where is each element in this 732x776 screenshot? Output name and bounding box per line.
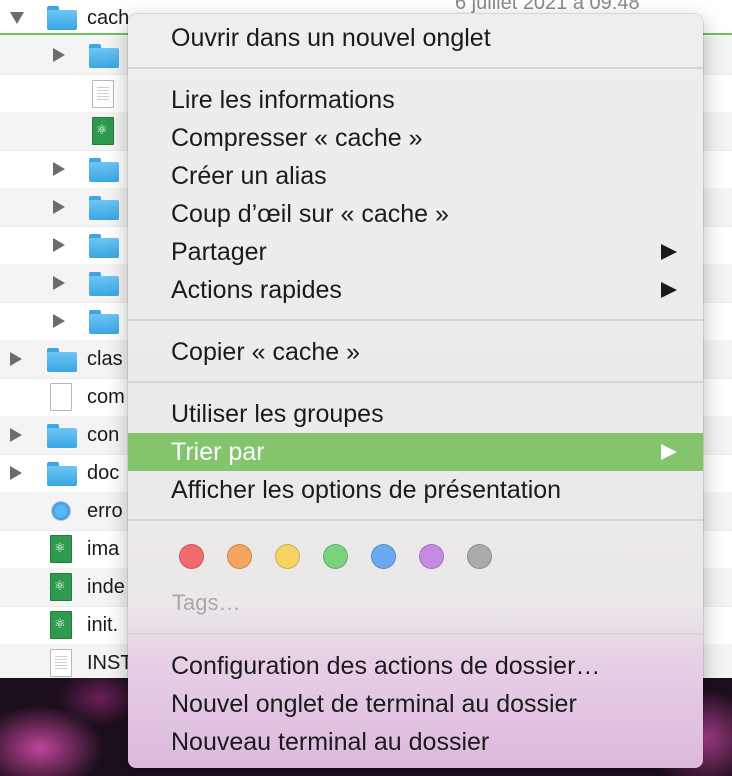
menu-item-label: Créer un alias: [171, 162, 327, 190]
folder-icon: [89, 272, 119, 296]
tag-orange-dot[interactable]: [227, 544, 252, 569]
text-file-icon: [50, 649, 72, 677]
menu-item-sort-by[interactable]: Trier par: [128, 433, 703, 471]
file-name: cach: [87, 7, 130, 29]
tag-colors: [128, 542, 703, 576]
menu-item-open-new-tab[interactable]: Ouvrir dans un nouvel onglet: [128, 19, 703, 57]
menu-item-label: Nouvel onglet de terminal au dossier: [171, 690, 577, 718]
menu-item-label: Configuration des actions de dossier…: [171, 652, 601, 680]
tag-yellow-dot[interactable]: [275, 544, 300, 569]
menu-separator: [128, 319, 703, 321]
submenu-arrow-icon: [661, 282, 677, 298]
menu-item-label: Copier « cache »: [171, 338, 361, 366]
submenu-arrow-icon: [661, 244, 677, 260]
menu-item-quick-actions[interactable]: Actions rapides: [128, 271, 703, 309]
menu-separator: [128, 67, 703, 69]
disclosure-collapsed-icon[interactable]: [53, 48, 65, 62]
tag-red-dot[interactable]: [179, 544, 204, 569]
menu-item-label: Lire les informations: [171, 86, 395, 114]
disclosure-collapsed-icon[interactable]: [53, 314, 65, 328]
menu-item-label: Compresser « cache »: [171, 124, 423, 152]
folder-icon: [89, 234, 119, 258]
folder-icon: [47, 462, 77, 486]
menu-separator: [128, 633, 703, 635]
submenu-arrow-icon: [661, 444, 677, 460]
menu-item-view-options[interactable]: Afficher les options de présentation: [128, 471, 703, 509]
file-name: con: [87, 424, 120, 446]
file-date: 6 juillet 2021 à 09:48: [455, 0, 640, 14]
tag-gray-dot[interactable]: [467, 544, 492, 569]
menu-item-label: Trier par: [171, 438, 265, 466]
menu-item-label: Coup d’œil sur « cache »: [171, 200, 449, 228]
tag-purple-dot[interactable]: [419, 544, 444, 569]
file-icon: [50, 383, 72, 411]
safari-file-icon: [50, 497, 72, 525]
menu-item-new-terminal[interactable]: Nouveau terminal au dossier: [128, 723, 703, 761]
atom-file-icon: [50, 573, 72, 601]
atom-file-icon: [92, 117, 114, 145]
menu-item-label: Actions rapides: [171, 276, 342, 304]
menu-item-folder-actions[interactable]: Configuration des actions de dossier…: [128, 647, 703, 685]
disclosure-collapsed-icon[interactable]: [10, 352, 22, 366]
menu-item-get-info[interactable]: Lire les informations: [128, 81, 703, 119]
disclosure-collapsed-icon[interactable]: [53, 162, 65, 176]
file-name: init.: [87, 614, 119, 636]
tag-green-dot[interactable]: [323, 544, 348, 569]
folder-icon: [47, 348, 77, 372]
menu-item-label: Nouveau terminal au dossier: [171, 728, 490, 756]
disclosure-collapsed-icon[interactable]: [10, 428, 22, 442]
menu-item-label: Partager: [171, 238, 267, 266]
tag-blue-dot[interactable]: [371, 544, 396, 569]
menu-separator: [128, 519, 703, 521]
file-name: clas: [87, 348, 123, 370]
file-name: INST: [87, 652, 133, 674]
menu-item-tags[interactable]: Tags…: [172, 590, 240, 616]
folder-icon: [89, 158, 119, 182]
disclosure-collapsed-icon[interactable]: [53, 200, 65, 214]
atom-file-icon: [50, 535, 72, 563]
folder-icon: [89, 310, 119, 334]
folder-icon: [89, 44, 119, 68]
menu-item-label: Utiliser les groupes: [171, 400, 384, 428]
folder-icon: [89, 196, 119, 220]
atom-file-icon: [50, 611, 72, 639]
text-file-icon: [92, 80, 114, 108]
menu-item-use-groups[interactable]: Utiliser les groupes: [128, 395, 703, 433]
screen: cach 6 juillet 2021 à 09:48 ⚛ clas com c…: [0, 0, 732, 776]
menu-item-new-terminal-tab[interactable]: Nouvel onglet de terminal au dossier: [128, 685, 703, 723]
menu-separator: [128, 381, 703, 383]
disclosure-collapsed-icon[interactable]: [53, 276, 65, 290]
disclosure-collapsed-icon[interactable]: [10, 466, 22, 480]
context-menu: Ouvrir dans un nouvel onglet Lire les in…: [128, 14, 703, 768]
file-name: com: [87, 386, 125, 408]
file-name: doc: [87, 462, 120, 484]
file-name: ima: [87, 538, 120, 560]
menu-item-copy[interactable]: Copier « cache »: [128, 333, 703, 371]
menu-item-make-alias[interactable]: Créer un alias: [128, 157, 703, 195]
menu-item-share[interactable]: Partager: [128, 233, 703, 271]
folder-icon: [47, 6, 77, 30]
menu-item-label: Afficher les options de présentation: [171, 476, 562, 504]
menu-item-quick-look[interactable]: Coup d’œil sur « cache »: [128, 195, 703, 233]
disclosure-collapsed-icon[interactable]: [53, 238, 65, 252]
folder-icon: [47, 424, 77, 448]
file-name: inde: [87, 576, 125, 598]
file-name: erro: [87, 500, 123, 522]
disclosure-expanded-icon[interactable]: [10, 12, 24, 24]
menu-item-compress[interactable]: Compresser « cache »: [128, 119, 703, 157]
menu-item-label: Ouvrir dans un nouvel onglet: [171, 24, 491, 52]
